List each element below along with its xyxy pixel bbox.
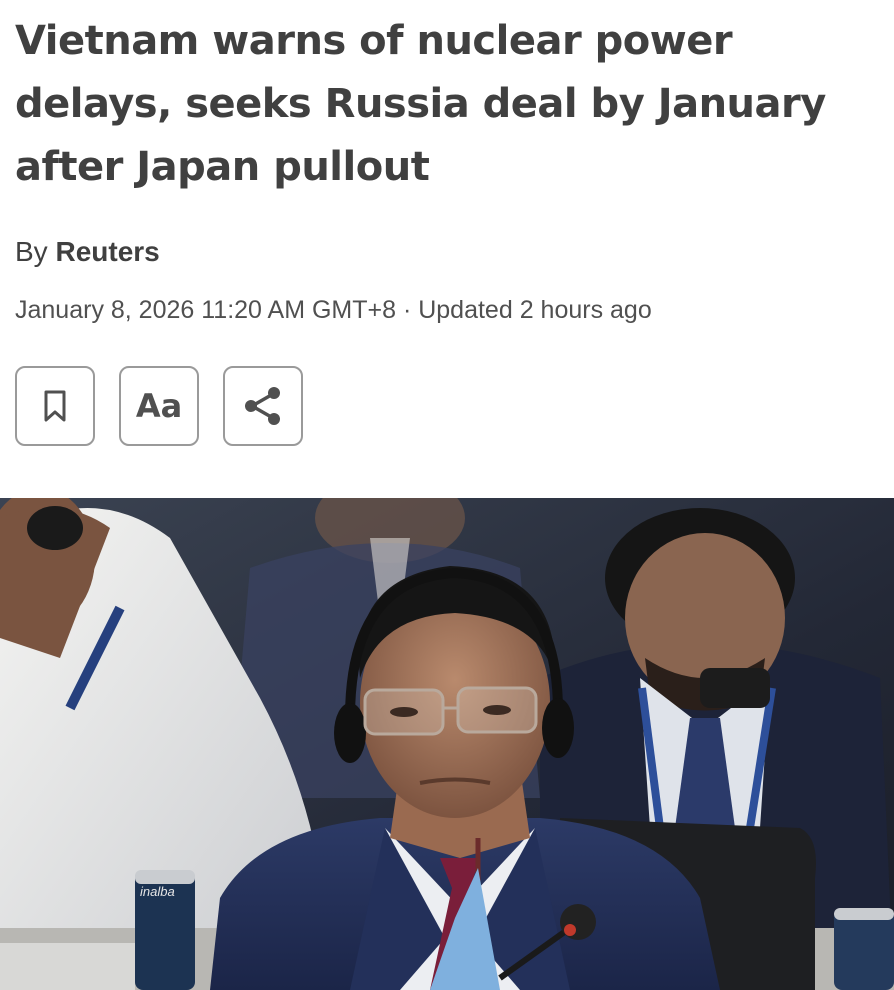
bookmark-icon [44,390,66,422]
article-dateline: January 8, 2026 11:20 AM GMT+8 · Updated… [15,296,652,324]
author-link[interactable]: Reuters [55,236,159,267]
article-photo[interactable]: inalba [0,498,894,990]
share-button[interactable] [223,366,303,446]
photo-illustration: inalba [0,498,894,990]
share-icon [245,387,280,425]
text-size-button[interactable]: Aa [119,366,199,446]
byline-prefix: By [15,236,48,267]
byline: By Reuters [15,236,160,268]
article-headline: Vietnam warns of nuclear power delays, s… [15,18,826,190]
bookmark-button[interactable] [15,366,95,446]
text-size-icon: Aa [135,387,183,425]
article-toolbar: Aa [15,366,303,446]
can-label: inalba [140,884,175,899]
